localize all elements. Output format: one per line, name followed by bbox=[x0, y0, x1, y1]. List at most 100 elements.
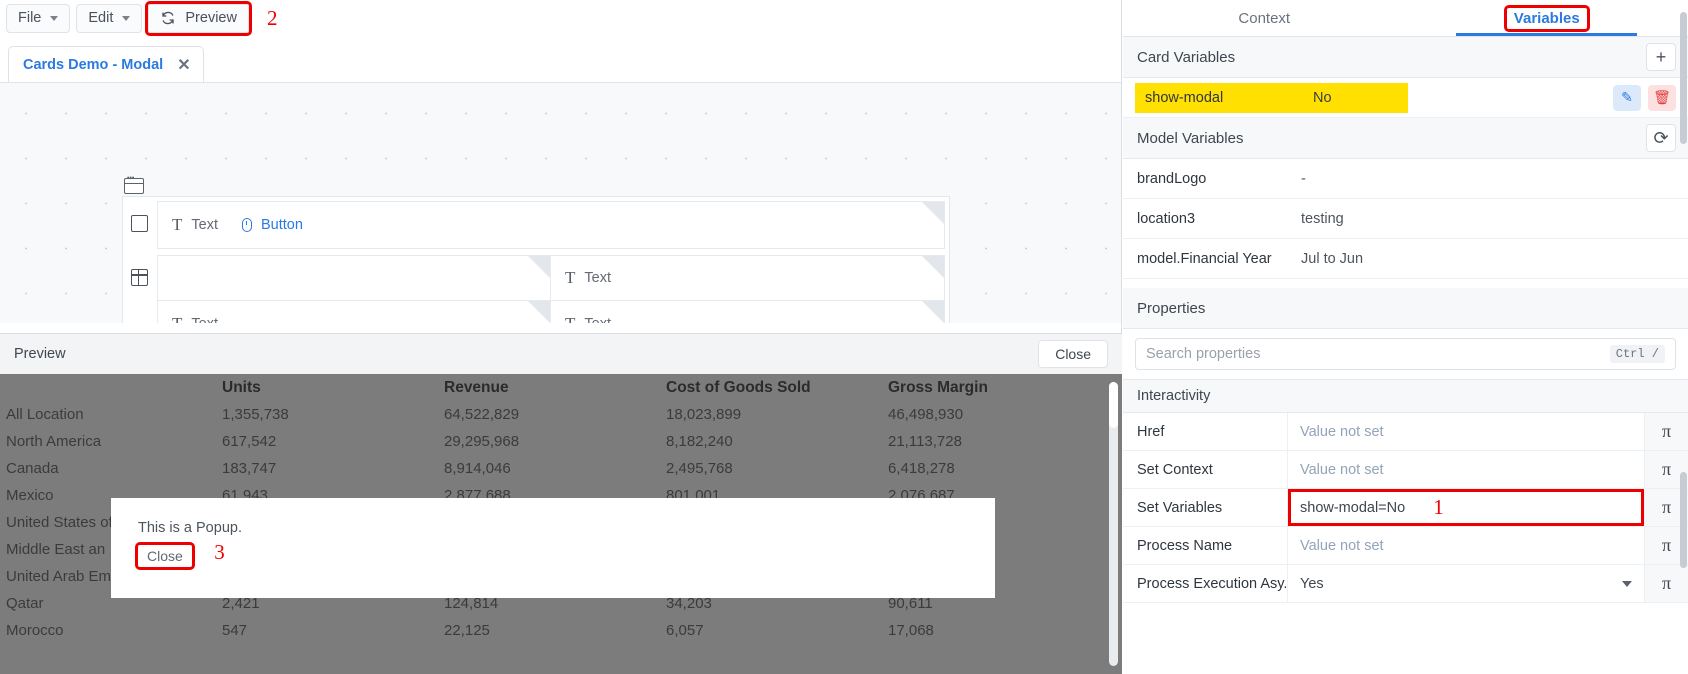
canvas-cell-text-3[interactable]: T Text bbox=[550, 300, 945, 323]
tab-context[interactable]: Context bbox=[1123, 0, 1406, 36]
model-variable-row[interactable]: brandLogo- bbox=[1123, 159, 1688, 199]
chevron-down-icon[interactable] bbox=[1622, 581, 1632, 587]
property-value[interactable]: Value not set bbox=[1288, 451, 1644, 488]
column-header: Revenue bbox=[444, 374, 666, 401]
chevron-down-icon bbox=[122, 16, 130, 21]
table-cell: All Location bbox=[0, 401, 222, 428]
property-value[interactable]: show-modal=No1 bbox=[1288, 489, 1644, 526]
resize-corner-icon[interactable] bbox=[528, 301, 550, 323]
canvas-cell-text-2[interactable]: T Text bbox=[157, 300, 551, 323]
table-cell: Morocco bbox=[0, 617, 222, 644]
column-header: Gross Margin bbox=[888, 374, 1105, 401]
table-cell: 6,418,278 bbox=[888, 455, 1105, 482]
table-cell: Canada bbox=[0, 455, 222, 482]
inspector-scrollbar[interactable] bbox=[1680, 2, 1687, 672]
properties-search-wrapper: Ctrl / bbox=[1123, 329, 1688, 379]
canvas-cell-empty[interactable] bbox=[157, 255, 551, 301]
table-cell: 64,522,829 bbox=[444, 401, 666, 428]
close-icon[interactable]: ✕ bbox=[177, 55, 190, 75]
preview-button[interactable]: Preview bbox=[148, 4, 249, 33]
model-variable-row[interactable]: model.Financial YearJul to Jun bbox=[1123, 239, 1688, 279]
add-variable-button[interactable]: + bbox=[1646, 43, 1676, 71]
resize-corner-icon[interactable] bbox=[528, 256, 550, 278]
delete-icon[interactable]: 🗑 bbox=[1648, 85, 1676, 111]
preview-scrollbar-thumb[interactable] bbox=[1109, 382, 1118, 428]
property-label: Set Context bbox=[1123, 451, 1288, 488]
model-variables-list: brandLogo-location3testingmodel.Financia… bbox=[1123, 159, 1688, 288]
model-variable-row[interactable]: location3testing bbox=[1123, 199, 1688, 239]
table-row: North America617,54229,295,9688,182,2402… bbox=[0, 428, 1105, 455]
property-row[interactable]: Set ContextValue not setπ bbox=[1123, 451, 1688, 489]
table-cell: 8,182,240 bbox=[666, 428, 888, 455]
preview-scrollbar[interactable] bbox=[1109, 382, 1118, 666]
refresh-icon bbox=[160, 10, 176, 26]
refresh-icon[interactable]: ⟳ bbox=[1646, 124, 1676, 152]
property-value-text: Value not set bbox=[1300, 538, 1384, 554]
popup-close-button[interactable]: Close bbox=[138, 545, 192, 567]
card-variable-row[interactable]: show-modal No ✎ 🗑 bbox=[1123, 78, 1688, 118]
file-menu-label: File bbox=[18, 10, 41, 26]
canvas-cell-text-1[interactable]: T Text bbox=[550, 255, 945, 301]
table-cell: 2,495,768 bbox=[666, 455, 888, 482]
inspector-scrollbar-thumb-top[interactable] bbox=[1680, 12, 1687, 144]
canvas-cell-label: Text bbox=[584, 270, 611, 286]
property-label: Set Variables bbox=[1123, 489, 1288, 526]
model-variables-section-header: Model Variables ⟳ bbox=[1123, 118, 1688, 159]
property-label: Process Execution Asy... bbox=[1123, 565, 1288, 602]
annotation-marker-3: 3 bbox=[214, 540, 225, 564]
property-value-text: Value not set bbox=[1300, 462, 1384, 478]
chevron-down-icon bbox=[50, 16, 58, 21]
edit-menu-label: Edit bbox=[88, 10, 113, 26]
variable-name: brandLogo bbox=[1123, 171, 1301, 187]
document-tab-label: Cards Demo - Modal bbox=[23, 57, 163, 73]
file-menu-button[interactable]: File bbox=[6, 4, 70, 33]
search-input[interactable] bbox=[1146, 346, 1610, 362]
inspector-scrollbar-thumb-bottom[interactable] bbox=[1680, 472, 1687, 568]
property-value[interactable]: Value not set bbox=[1288, 527, 1644, 564]
property-rows: HrefValue not setπSet ContextValue not s… bbox=[1123, 413, 1688, 603]
tab-variables-label: Variables bbox=[1507, 8, 1587, 29]
property-label: Href bbox=[1123, 413, 1288, 450]
annotation-marker-1: 1 bbox=[1433, 497, 1444, 518]
annotation-marker-2: 2 bbox=[267, 8, 278, 29]
inspector-pane: Context Variables 4 Card Variables + sho… bbox=[1123, 0, 1688, 674]
card-container[interactable]: T Text Button T Text T bbox=[122, 196, 950, 323]
edit-menu-button[interactable]: Edit bbox=[76, 4, 142, 33]
properties-title: Properties bbox=[1137, 300, 1205, 317]
menu-bar: File Edit Preview 2 bbox=[0, 0, 1121, 36]
design-canvas[interactable]: T Text Button T Text T bbox=[0, 83, 1121, 323]
model-variables-title: Model Variables bbox=[1137, 130, 1243, 147]
table-cell: 617,542 bbox=[222, 428, 444, 455]
property-row[interactable]: Process NameValue not setπ bbox=[1123, 527, 1688, 565]
variable-highlight: show-modal No bbox=[1135, 83, 1408, 113]
text-icon: T bbox=[172, 314, 182, 324]
property-row[interactable]: HrefValue not setπ bbox=[1123, 413, 1688, 451]
card-drag-handle[interactable] bbox=[124, 178, 144, 194]
edit-icon[interactable]: ✎ bbox=[1613, 85, 1641, 111]
table-row: Canada183,7478,914,0462,495,7686,418,278 bbox=[0, 455, 1105, 482]
search-properties-field[interactable]: Ctrl / bbox=[1135, 338, 1676, 370]
button-icon bbox=[242, 218, 252, 232]
property-row[interactable]: Set Variablesshow-modal=No1π bbox=[1123, 489, 1688, 527]
resize-corner-icon[interactable] bbox=[922, 256, 944, 278]
table-cell: North America bbox=[0, 428, 222, 455]
document-tab-cards-demo-modal[interactable]: Cards Demo - Modal ✕ bbox=[8, 46, 204, 82]
resize-corner-icon[interactable] bbox=[922, 202, 944, 224]
column-header: Units bbox=[222, 374, 444, 401]
search-shortcut-badge: Ctrl / bbox=[1610, 345, 1665, 363]
text-icon: T bbox=[172, 215, 182, 235]
variable-name: show-modal bbox=[1135, 90, 1313, 106]
resize-corner-icon[interactable] bbox=[922, 301, 944, 323]
canvas-cell-header[interactable]: T Text Button bbox=[157, 201, 945, 249]
table-cell: 18,023,899 bbox=[666, 401, 888, 428]
canvas-cell-label: Text bbox=[584, 316, 611, 324]
property-value[interactable]: Value not set bbox=[1288, 413, 1644, 450]
table-cell: 17,068 bbox=[888, 617, 1105, 644]
property-row[interactable]: Process Execution Asy...Yesπ bbox=[1123, 565, 1688, 603]
model-variable-row[interactable]: model.GranularityMonth bbox=[1123, 279, 1688, 288]
tab-variables[interactable]: Variables 4 bbox=[1406, 0, 1688, 36]
property-value[interactable]: Yes bbox=[1288, 565, 1644, 602]
preview-close-button[interactable]: Close bbox=[1038, 340, 1108, 368]
table-cell: 1,355,738 bbox=[222, 401, 444, 428]
property-value-text: Value not set bbox=[1300, 424, 1384, 440]
